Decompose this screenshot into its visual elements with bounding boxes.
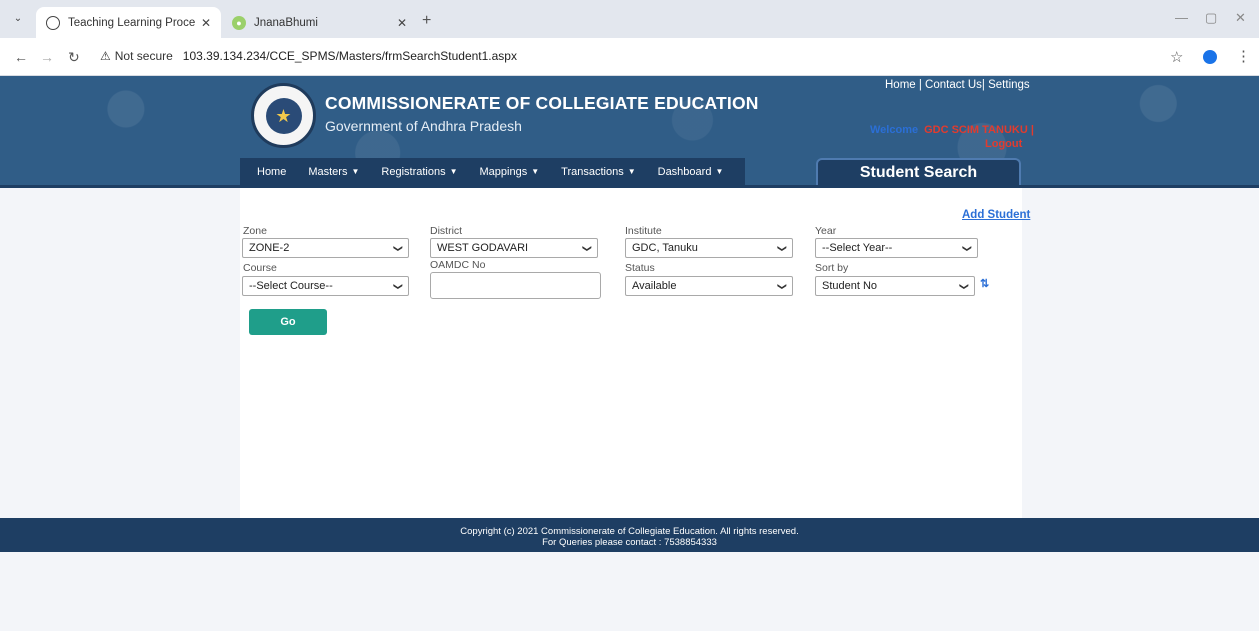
profile-avatar-icon[interactable] — [1203, 50, 1217, 64]
back-arrow-icon[interactable]: ← — [14, 49, 28, 65]
district-select[interactable]: WEST GODAVARI ❯ — [430, 238, 598, 258]
caret-down-icon: ▼ — [351, 167, 360, 176]
status-label: Status — [625, 262, 655, 274]
sort-order-icon[interactable]: ⇅ — [980, 277, 989, 290]
caret-down-icon: ▼ — [531, 167, 540, 176]
emblem-icon: ★ — [265, 97, 302, 134]
year-select[interactable]: --Select Year-- ❯ — [815, 238, 978, 258]
browser-tab-active[interactable]: Teaching Learning Process Mon ✕ — [36, 7, 221, 38]
org-title: COMMISSIONERATE OF COLLEGIATE EDUCATION — [325, 93, 759, 113]
chevron-down-icon: ❯ — [777, 282, 788, 290]
username: GDC SCIM TANUKU | — [924, 124, 1034, 136]
add-student-link[interactable]: Add Student — [962, 209, 1030, 221]
caret-down-icon: ▼ — [715, 167, 724, 176]
year-label: Year — [815, 225, 837, 237]
page-title: Student Search — [816, 158, 1021, 186]
nav-transactions[interactable]: Transactions ▼ — [561, 166, 635, 178]
forward-arrow-icon[interactable]: → — [40, 49, 54, 65]
sortby-select[interactable]: Student No ❯ — [815, 276, 975, 296]
logout-link[interactable]: Logout — [985, 138, 1022, 150]
new-tab-button[interactable]: + — [422, 12, 431, 30]
jnanabhumi-favicon-icon: ● — [232, 15, 246, 30]
browser-tab-bar: ⌄ Teaching Learning Process Mon ✕ ● Jnan… — [0, 0, 1259, 38]
institute-select[interactable]: GDC, Tanuku ❯ — [625, 238, 793, 258]
nav-home[interactable]: Home — [257, 166, 286, 178]
caret-down-icon: ▼ — [449, 167, 458, 176]
district-label: District — [430, 225, 463, 237]
welcome-text: Welcome GDC SCIM TANUKU | — [870, 124, 1034, 136]
page-footer: Copyright (c) 2021 Commissionerate of Co… — [0, 518, 1259, 552]
copyright-text: Copyright (c) 2021 Commissionerate of Co… — [460, 526, 799, 537]
contact-text: For Queries please contact : 7538854333 — [542, 537, 717, 548]
nav-dashboard[interactable]: Dashboard ▼ — [658, 166, 724, 178]
nav-mappings[interactable]: Mappings ▼ — [480, 166, 540, 178]
url-field[interactable]: ⚠ Not secure 103.39.134.234/CCE_SPMS/Mas… — [100, 49, 517, 63]
go-button[interactable]: Go — [249, 309, 327, 335]
tab-close-icon[interactable]: ✕ — [201, 16, 211, 30]
chevron-down-icon: ❯ — [582, 244, 593, 252]
tab-close-icon[interactable]: ✕ — [397, 16, 407, 30]
nav-masters[interactable]: Masters ▼ — [308, 166, 359, 178]
main-nav: Home Masters ▼ Registrations ▼ Mappings ▼ T… — [240, 158, 745, 185]
chevron-down-icon: ❯ — [959, 282, 970, 290]
oamdc-label: OAMDC No — [430, 259, 486, 271]
status-select[interactable]: Available ❯ — [625, 276, 793, 296]
reload-icon[interactable]: ↻ — [68, 49, 80, 66]
course-select[interactable]: --Select Course-- ❯ — [242, 276, 409, 296]
chevron-down-icon: ❯ — [962, 244, 973, 252]
sortby-label: Sort by — [815, 262, 849, 274]
chevron-down-icon: ❯ — [393, 244, 404, 252]
chevron-down-icon: ❯ — [777, 244, 788, 252]
globe-icon — [46, 15, 60, 30]
kebab-menu-icon[interactable]: ⋮ — [1236, 47, 1251, 65]
chevron-down-icon: ❯ — [393, 282, 404, 290]
bookmark-star-icon[interactable]: ☆ — [1170, 48, 1183, 66]
caret-down-icon: ▼ — [627, 167, 636, 176]
oamdc-input[interactable] — [430, 272, 601, 299]
address-bar: ← → ↻ ⚠ Not secure 103.39.134.234/CCE_SP… — [0, 38, 1259, 76]
cce-logo: ★ — [251, 83, 316, 148]
course-label: Course — [243, 262, 277, 274]
institute-label: Institute — [625, 225, 662, 237]
restore-icon[interactable]: ▢ — [1205, 10, 1217, 26]
tab-search-chevron-icon[interactable]: ⌄ — [10, 11, 26, 27]
minimize-icon[interactable]: — — [1175, 10, 1188, 25]
zone-label: Zone — [243, 225, 267, 237]
warning-icon: ⚠ — [100, 49, 111, 63]
nav-registrations[interactable]: Registrations ▼ — [381, 166, 457, 178]
org-subtitle: Government of Andhra Pradesh — [325, 118, 522, 134]
zone-select[interactable]: ZONE-2 ❯ — [242, 238, 409, 258]
window-close-icon[interactable]: ✕ — [1235, 10, 1246, 26]
top-links[interactable]: Home | Contact Us| Settings — [885, 79, 1030, 91]
browser-tab-jnanabhumi[interactable]: ● JnanaBhumi ✕ — [222, 7, 417, 38]
